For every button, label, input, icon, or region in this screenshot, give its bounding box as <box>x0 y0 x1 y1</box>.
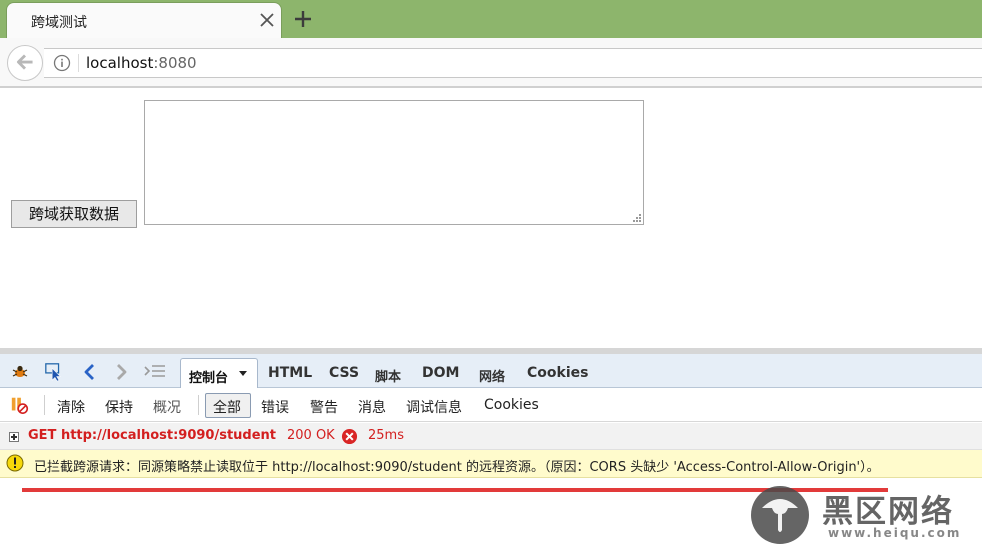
info-icon[interactable] <box>53 54 71 72</box>
pause-error-icon[interactable] <box>10 395 30 415</box>
warning-icon <box>6 454 24 472</box>
filter-all-label[interactable]: 全部 <box>213 397 241 417</box>
tab-console-label: 控制台 <box>189 371 229 386</box>
filter-cookies-button[interactable]: Cookies <box>484 397 539 413</box>
devtools-toolbar: 控制台 HTML CSS 脚本 DOM 网络 Cookies <box>0 354 982 389</box>
command-editor-icon[interactable] <box>143 362 167 382</box>
url-text[interactable]: localhost:8080 <box>86 54 197 72</box>
filter-debug-button[interactable]: 调试信息 <box>406 397 462 417</box>
watermark: 黑区网络 www.heiqu.com <box>748 482 982 548</box>
url-separator <box>78 54 79 72</box>
tab-console[interactable]: 控制台 <box>180 358 258 389</box>
profile-button[interactable]: 概况 <box>153 397 181 417</box>
toolbar-divider <box>44 395 45 415</box>
close-icon[interactable] <box>257 10 277 30</box>
watermark-url: www.heiqu.com <box>828 526 962 540</box>
chevron-right-icon[interactable] <box>111 362 131 382</box>
expand-icon[interactable] <box>9 432 19 442</box>
address-bar[interactable]: localhost:8080 <box>44 48 982 78</box>
chevron-down-icon <box>239 371 247 376</box>
network-request-row[interactable]: GET http://localhost:9090/student 200 OK… <box>0 423 982 450</box>
url-host: localhost <box>86 54 154 72</box>
filter-errors-button[interactable]: 错误 <box>261 397 289 417</box>
fetch-data-button[interactable]: 跨域获取数据 <box>11 200 137 228</box>
browser-tab[interactable]: 跨域测试 <box>6 2 282 38</box>
navigation-bar: localhost:8080 <box>0 38 982 88</box>
inspect-icon[interactable] <box>44 362 64 382</box>
tab-strip: 跨域测试 <box>0 0 982 38</box>
console-filter-bar: 清除 保持 概况 全部 错误 警告 消息 调试信息 Cookies <box>0 388 982 422</box>
resize-grip-icon[interactable] <box>631 212 641 222</box>
filter-info-button[interactable]: 消息 <box>358 397 386 417</box>
persist-button[interactable]: 保持 <box>105 397 133 417</box>
request-url[interactable]: GET http://localhost:9090/student <box>28 428 276 443</box>
tab-html[interactable]: HTML <box>268 365 312 381</box>
toolbar-divider <box>198 395 199 415</box>
result-textarea[interactable] <box>144 100 644 225</box>
clear-button[interactable]: 清除 <box>57 397 85 417</box>
request-status: 200 OK <box>287 428 335 443</box>
watermark-title: 黑区网络 <box>822 494 954 530</box>
tab-css[interactable]: CSS <box>329 365 359 381</box>
warning-message: 已拦截跨源请求：同源策略禁止读取位于 http://localhost:9090… <box>34 460 880 475</box>
tab-dom[interactable]: DOM <box>422 365 459 381</box>
url-port: :8080 <box>153 54 197 72</box>
back-arrow-icon <box>16 54 33 70</box>
tab-script[interactable]: 脚本 <box>375 366 401 385</box>
heiqu-logo-icon <box>751 486 809 544</box>
filter-warnings-button[interactable]: 警告 <box>310 397 338 417</box>
new-tab-icon[interactable] <box>292 8 314 30</box>
browser-window: 跨域测试 localhost:8080 跨域获取数据 控制台 HTML CSS … <box>0 0 982 548</box>
chevron-left-icon[interactable] <box>80 362 100 382</box>
request-time: 25ms <box>368 428 404 443</box>
tab-net[interactable]: 网络 <box>479 366 505 385</box>
firebug-icon[interactable] <box>10 362 30 382</box>
tab-cookies[interactable]: Cookies <box>527 365 588 381</box>
console-warning-row[interactable]: 已拦截跨源请求：同源策略禁止读取位于 http://localhost:9090… <box>0 450 982 478</box>
error-icon <box>341 428 358 445</box>
tab-title: 跨域测试 <box>31 15 87 31</box>
back-button[interactable] <box>7 45 43 81</box>
